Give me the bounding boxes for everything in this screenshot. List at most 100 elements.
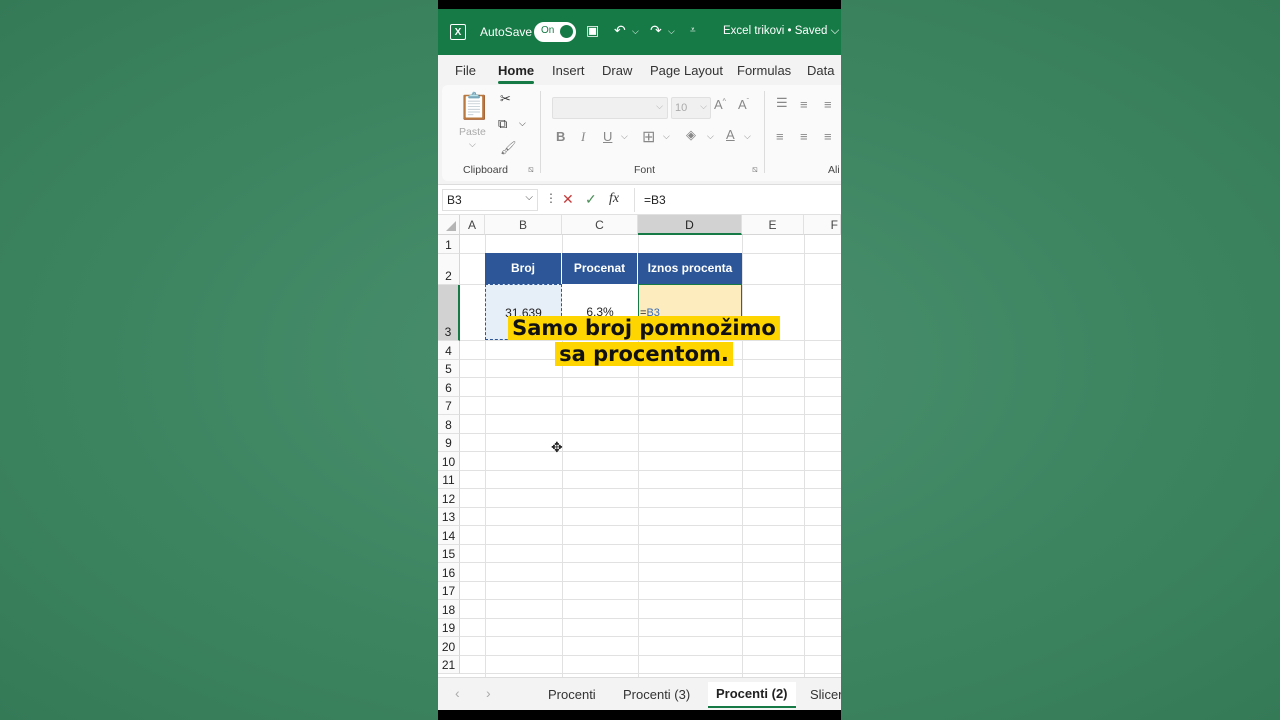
- column-header-a[interactable]: A: [460, 215, 485, 235]
- row-header-6[interactable]: 6: [438, 378, 460, 397]
- gridline: [460, 432, 841, 434]
- gridline: [460, 636, 841, 637]
- autosave-toggle[interactable]: On: [534, 22, 576, 42]
- header-cell-broj[interactable]: Broj: [485, 253, 562, 284]
- underline-icon[interactable]: U: [603, 129, 612, 144]
- align-left-icon[interactable]: ≡: [776, 129, 784, 144]
- row-header-7[interactable]: 7: [438, 396, 460, 415]
- row-header-20[interactable]: 20: [438, 637, 460, 656]
- excel-window: X AutoSave On ▣ ↶ ⌵ ↷ ⌵ ⩡ Excel trikovi …: [438, 0, 841, 720]
- font-size-value: 10: [675, 102, 688, 114]
- font-dropdown-icon[interactable]: ⌵: [656, 101, 663, 112]
- row-header-2[interactable]: 2: [438, 254, 460, 285]
- enter-icon[interactable]: ✓: [585, 191, 597, 208]
- gridline: [460, 395, 841, 397]
- redo-icon[interactable]: ↷: [650, 22, 662, 39]
- tab-page-layout[interactable]: Page Layout: [650, 63, 723, 78]
- font-launcher-icon[interactable]: ⧅: [752, 164, 758, 175]
- fill-dropdown-icon[interactable]: ⌵: [707, 131, 714, 142]
- select-all-corner[interactable]: [438, 215, 460, 235]
- header-cell-iznos-procenta[interactable]: Iznos procenta: [638, 253, 742, 284]
- row-header-19[interactable]: 19: [438, 618, 460, 637]
- tab-file[interactable]: File: [455, 63, 476, 78]
- font-name-box[interactable]: ⌵: [552, 97, 668, 119]
- active-tab-indicator: [498, 81, 534, 84]
- row-header-16[interactable]: 16: [438, 563, 460, 582]
- undo-icon[interactable]: ↶: [614, 22, 626, 39]
- name-box-dropdown-icon[interactable]: ⌵: [525, 192, 533, 203]
- row-header-15[interactable]: 15: [438, 544, 460, 563]
- undo-dropdown-icon[interactable]: ⌵: [632, 26, 639, 37]
- align-center-icon[interactable]: ≡: [800, 129, 808, 144]
- tab-home[interactable]: Home: [498, 63, 534, 78]
- name-box[interactable]: B3 ⌵: [442, 189, 538, 211]
- column-header-d[interactable]: D: [638, 215, 742, 235]
- underline-dropdown-icon[interactable]: ⌵: [621, 131, 628, 142]
- column-header-e[interactable]: E: [742, 215, 804, 235]
- bold-icon[interactable]: B: [556, 129, 565, 144]
- sheet-tab-slicer[interactable]: Slicer: [810, 687, 841, 702]
- header-cell-procenat[interactable]: Procenat: [562, 253, 638, 284]
- copy-icon[interactable]: ⧉: [498, 116, 507, 132]
- decrease-font-icon[interactable]: Aˇ: [738, 97, 749, 112]
- increase-font-icon[interactable]: A^: [714, 97, 726, 112]
- clipboard-launcher-icon[interactable]: ⧅: [528, 164, 534, 175]
- tab-insert[interactable]: Insert: [552, 63, 585, 78]
- column-header-b[interactable]: B: [485, 215, 562, 235]
- customize-qat-icon[interactable]: ⩡: [690, 25, 696, 36]
- more-icon[interactable]: ⋮: [545, 191, 557, 205]
- row-header-17[interactable]: 17: [438, 581, 460, 600]
- sheet-tab-procenti[interactable]: Procenti: [548, 687, 596, 702]
- format-painter-icon[interactable]: 🖌: [500, 140, 517, 156]
- row-header-1[interactable]: 1: [438, 235, 460, 254]
- font-color-icon[interactable]: A: [726, 127, 735, 142]
- paste-dropdown-icon[interactable]: ⌵: [469, 139, 476, 150]
- tab-draw[interactable]: Draw: [602, 63, 632, 78]
- video-caption: Samo broj pomnožimo sa procentom.: [508, 315, 780, 367]
- row-header-5[interactable]: 5: [438, 359, 460, 378]
- sheet-tab-procenti-3[interactable]: Procenti (3): [623, 687, 690, 702]
- cut-icon[interactable]: ✂: [500, 91, 511, 107]
- size-dropdown-icon[interactable]: ⌵: [700, 101, 707, 112]
- row-header-11[interactable]: 11: [438, 470, 460, 489]
- row-header-10[interactable]: 10: [438, 452, 460, 471]
- align-top-icon[interactable]: ☰: [776, 95, 788, 111]
- borders-dropdown-icon[interactable]: ⌵: [663, 131, 670, 142]
- row-header-12[interactable]: 12: [438, 489, 460, 508]
- row-header-18[interactable]: 18: [438, 600, 460, 619]
- document-title[interactable]: Excel trikovi • Saved ⌵: [723, 25, 839, 38]
- row-header-13[interactable]: 13: [438, 507, 460, 526]
- paste-icon[interactable]: 📋: [458, 91, 490, 122]
- row-header-9[interactable]: 9: [438, 433, 460, 452]
- row-header-4[interactable]: 4: [438, 341, 460, 360]
- italic-icon[interactable]: I: [581, 129, 585, 145]
- align-right-icon[interactable]: ≡: [824, 129, 832, 144]
- sheet-tab-procenti-2[interactable]: Procenti (2): [708, 682, 796, 708]
- row-header-14[interactable]: 14: [438, 526, 460, 545]
- fill-color-icon[interactable]: ◈: [686, 127, 696, 143]
- align-middle-icon[interactable]: ≡: [800, 97, 808, 112]
- gridline: [460, 525, 841, 526]
- row-header-21[interactable]: 21: [438, 655, 460, 674]
- previous-sheet-icon[interactable]: ‹: [455, 685, 460, 701]
- spreadsheet-grid[interactable]: A B C D E F 1 2 3 4 5 6 7 8 9 10 11 12 13 14 15 16 17 18 1…: [438, 215, 841, 677]
- cancel-icon[interactable]: ✕: [562, 191, 574, 208]
- font-size-box[interactable]: 10 ⌵: [671, 97, 711, 119]
- copy-dropdown-icon[interactable]: ⌵: [519, 118, 526, 129]
- insert-function-icon[interactable]: fx: [609, 191, 619, 207]
- save-icon[interactable]: ▣: [586, 22, 599, 39]
- row-header-8[interactable]: 8: [438, 415, 460, 434]
- formula-input[interactable]: =B3: [644, 193, 666, 207]
- row-header-3[interactable]: 3: [438, 285, 460, 341]
- font-color-dropdown-icon[interactable]: ⌵: [744, 131, 751, 142]
- align-bottom-icon[interactable]: ≡: [824, 97, 832, 112]
- tab-data[interactable]: Data: [807, 63, 834, 78]
- column-header-f[interactable]: F: [804, 215, 841, 235]
- next-sheet-icon[interactable]: ›: [486, 685, 491, 701]
- column-header-c[interactable]: C: [562, 215, 638, 235]
- borders-icon[interactable]: ⊞: [642, 127, 655, 147]
- gridline: [460, 506, 841, 508]
- tab-formulas[interactable]: Formulas: [737, 63, 791, 78]
- redo-dropdown-icon[interactable]: ⌵: [668, 26, 675, 37]
- name-box-value: B3: [447, 193, 462, 207]
